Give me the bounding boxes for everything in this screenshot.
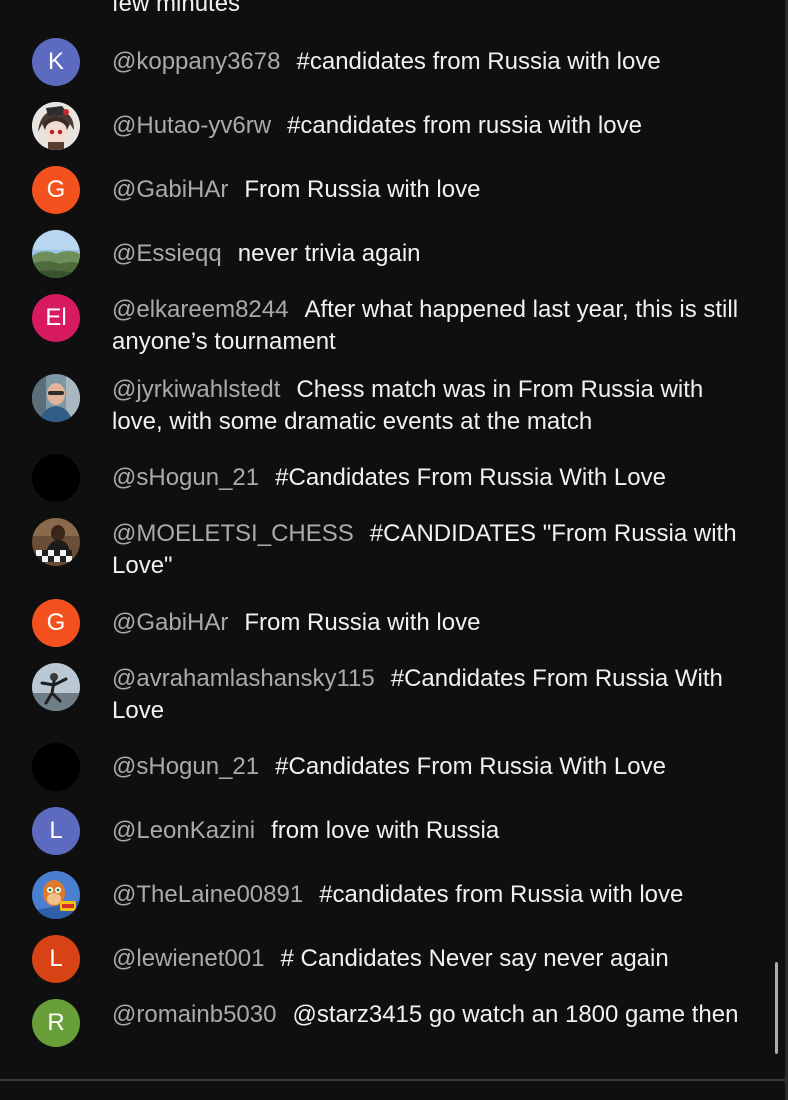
message-text: From Russia with love	[244, 609, 481, 636]
message-body: @sHogun_21 #Candidates From Russia With L…	[112, 751, 742, 783]
avatar[interactable]: G	[32, 166, 80, 214]
avatar[interactable]	[32, 230, 80, 278]
avatar[interactable]: R	[32, 999, 80, 1047]
author-name[interactable]: @koppany3678	[112, 48, 281, 75]
avatar[interactable]	[32, 454, 80, 502]
message-text: #candidates from Russia with love	[296, 48, 661, 75]
author-name[interactable]: @TheLaine00891	[112, 881, 303, 908]
avatar[interactable]	[32, 102, 80, 150]
scrollbar-thumb[interactable]	[775, 962, 778, 1054]
message-body: @GabiHAr From Russia with love	[112, 174, 742, 206]
author-name[interactable]: @GabiHAr	[112, 176, 228, 203]
avatar[interactable]	[32, 871, 80, 919]
message-text: #Candidates From Russia With Love	[275, 753, 666, 780]
author-name[interactable]: @avrahamlashansky115	[112, 665, 375, 692]
avatar[interactable]	[32, 374, 80, 422]
avatar[interactable]: L	[32, 807, 80, 855]
message-text: from love with Russia	[271, 817, 500, 844]
message-text: #Candidates From Russia With Love	[275, 464, 666, 491]
message-text: never trivia again	[237, 240, 421, 267]
live-chat-list: few minutes K @koppany3678 #candidates fr…	[0, 0, 784, 1080]
author-name[interactable]: @romainb5030	[112, 1001, 276, 1028]
avatar[interactable]: El	[32, 294, 80, 342]
message-body: @avrahamlashansky115 #Candidates From Rus…	[112, 663, 742, 727]
avatar-initial: G	[46, 176, 66, 203]
anime-avatar-icon	[32, 102, 80, 150]
message-body: @sHogun_21 #Candidates From Russia With L…	[112, 462, 742, 494]
avatar-initial: R	[47, 1009, 65, 1036]
avatar[interactable]	[32, 743, 80, 791]
partial-message-text: few minutes	[112, 0, 241, 17]
author-name[interactable]: @LeonKazini	[112, 817, 255, 844]
avatar[interactable]: L	[32, 935, 80, 983]
avatar[interactable]: G	[32, 599, 80, 647]
chess-photo-avatar-icon	[32, 518, 80, 566]
avatar-initial: K	[47, 48, 64, 75]
author-name[interactable]: @Hutao-yv6rw	[112, 112, 271, 139]
message-body: @GabiHAr From Russia with love	[112, 607, 742, 639]
author-name[interactable]: @jyrkiwahlstedt	[112, 376, 280, 403]
cartoon-avatar-icon	[32, 871, 80, 919]
message-body: @Hutao-yv6rw #candidates from russia with…	[112, 110, 742, 142]
author-name[interactable]: @MOELETSI_CHESS	[112, 520, 354, 547]
chat-bottom-divider	[0, 1079, 788, 1081]
message-body: @MOELETSI_CHESS #CANDIDATES "From Russia …	[112, 518, 742, 582]
avatar-initial: El	[45, 304, 67, 331]
message-body: @koppany3678 #candidates from Russia with…	[112, 46, 742, 78]
avatar[interactable]	[32, 663, 80, 711]
author-name[interactable]: @GabiHAr	[112, 609, 228, 636]
author-name[interactable]: @sHogun_21	[112, 753, 259, 780]
message-text: #candidates from Russia with love	[319, 881, 684, 908]
avatar-initial: G	[46, 609, 66, 636]
message-body: @lewienet001 # Candidates Never say never…	[112, 943, 742, 975]
message-body: @jyrkiwahlstedt Chess match was in From R…	[112, 374, 742, 438]
author-name[interactable]: @elkareem8244	[112, 296, 288, 323]
landscape-avatar-icon	[32, 230, 80, 278]
black-avatar-icon	[32, 743, 80, 791]
author-name[interactable]: @sHogun_21	[112, 464, 259, 491]
message-text: @starz3415 go watch an 1800 game then	[292, 1001, 739, 1028]
avatar-initial: L	[49, 817, 63, 844]
chat-scrollbar[interactable]	[772, 0, 780, 1080]
dance-photo-avatar-icon	[32, 663, 80, 711]
black-avatar-icon	[32, 454, 80, 502]
message-text: #candidates from russia with love	[287, 112, 642, 139]
message-text: # Candidates Never say never again	[280, 945, 669, 972]
avatar-initial: L	[49, 945, 63, 972]
message-body: @romainb5030 @starz3415 go watch an 1800 …	[112, 999, 742, 1031]
avatar[interactable]: K	[32, 38, 80, 86]
message-text: From Russia with love	[244, 176, 481, 203]
message-body: @TheLaine00891 #candidates from Russia wi…	[112, 879, 742, 911]
avatar[interactable]	[32, 518, 80, 566]
message-body: @LeonKazini from love with Russia	[112, 815, 742, 847]
author-name[interactable]: @Essieqq	[112, 240, 222, 267]
message-body: @Essieqq never trivia again	[112, 238, 742, 270]
message-body: @elkareem8244 After what happened last ye…	[112, 294, 742, 358]
author-name[interactable]: @lewienet001	[112, 945, 264, 972]
photo-avatar-icon	[32, 374, 80, 422]
